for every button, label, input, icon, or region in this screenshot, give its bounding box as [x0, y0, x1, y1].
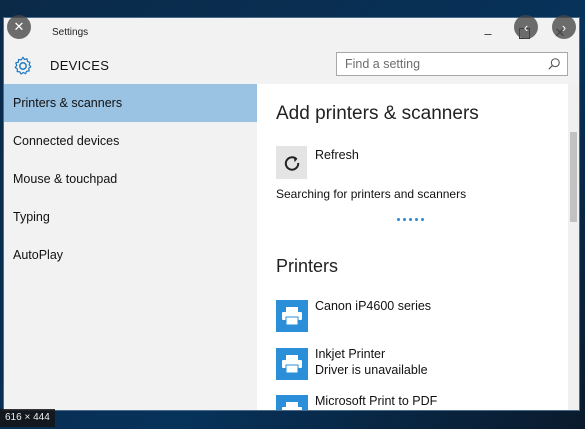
progress-dot	[403, 218, 406, 221]
settings-header: DEVICES	[4, 48, 579, 84]
section-title: DEVICES	[50, 58, 110, 73]
search-input[interactable]	[337, 53, 553, 75]
title-bar: Settings – ✕	[4, 18, 579, 48]
progress-dot	[409, 218, 412, 221]
printer-item[interactable]: Canon iP4600 series	[276, 299, 576, 340]
sidebar-item-connected-devices[interactable]: Connected devices	[4, 122, 257, 160]
sidebar-item-mouse-touchpad[interactable]: Mouse & touchpad	[4, 160, 257, 198]
refresh-label[interactable]: Refresh	[315, 148, 359, 162]
printer-name: Microsoft Print to PDF	[315, 394, 438, 408]
settings-window: Settings – ✕ DEVICES Printers & scanners…	[4, 18, 579, 410]
printer-icon	[276, 300, 308, 332]
content-scrollbar[interactable]	[568, 84, 579, 410]
sidebar-nav: Printers & scanners Connected devices Mo…	[4, 84, 257, 410]
printer-name: Canon iP4600 series	[315, 299, 432, 313]
search-icon[interactable]	[547, 57, 561, 71]
minimize-button[interactable]: –	[470, 18, 506, 48]
search-box[interactable]	[336, 52, 568, 76]
scrollbar-thumb[interactable]	[570, 132, 577, 222]
add-printers-heading: Add printers & scanners	[276, 103, 479, 124]
viewer-close-icon[interactable]: ✕	[7, 15, 31, 39]
printer-name: Inkjet Printer	[315, 347, 386, 361]
progress-dot	[415, 218, 418, 221]
search-status-text: Searching for printers and scanners	[276, 187, 467, 201]
sidebar-item-typing[interactable]: Typing	[4, 198, 257, 236]
sidebar-item-printers-scanners[interactable]: Printers & scanners	[4, 84, 257, 122]
printers-heading: Printers	[276, 256, 339, 276]
viewer-prev-icon[interactable]: ‹	[514, 15, 538, 39]
printer-icon	[276, 348, 308, 380]
printer-status: Driver is unavailable	[315, 363, 428, 377]
printer-item[interactable]: Microsoft Print to PDF	[276, 394, 576, 410]
sidebar-item-autoplay[interactable]: AutoPlay	[4, 236, 257, 274]
refresh-button[interactable]	[276, 146, 307, 179]
progress-dot	[421, 218, 424, 221]
image-size-badge: 616 × 444	[0, 409, 55, 427]
window-title: Settings	[52, 27, 89, 38]
gear-icon	[14, 56, 32, 75]
printer-item[interactable]: Inkjet Printer Driver is unavailable	[276, 347, 576, 388]
progress-dot	[397, 218, 400, 221]
progress-dots	[397, 208, 427, 226]
viewer-next-icon[interactable]: ›	[552, 15, 576, 39]
printer-icon	[276, 395, 308, 410]
main-content: Add printers & scanners Refresh Searchin…	[257, 84, 579, 410]
refresh-icon	[284, 155, 299, 171]
